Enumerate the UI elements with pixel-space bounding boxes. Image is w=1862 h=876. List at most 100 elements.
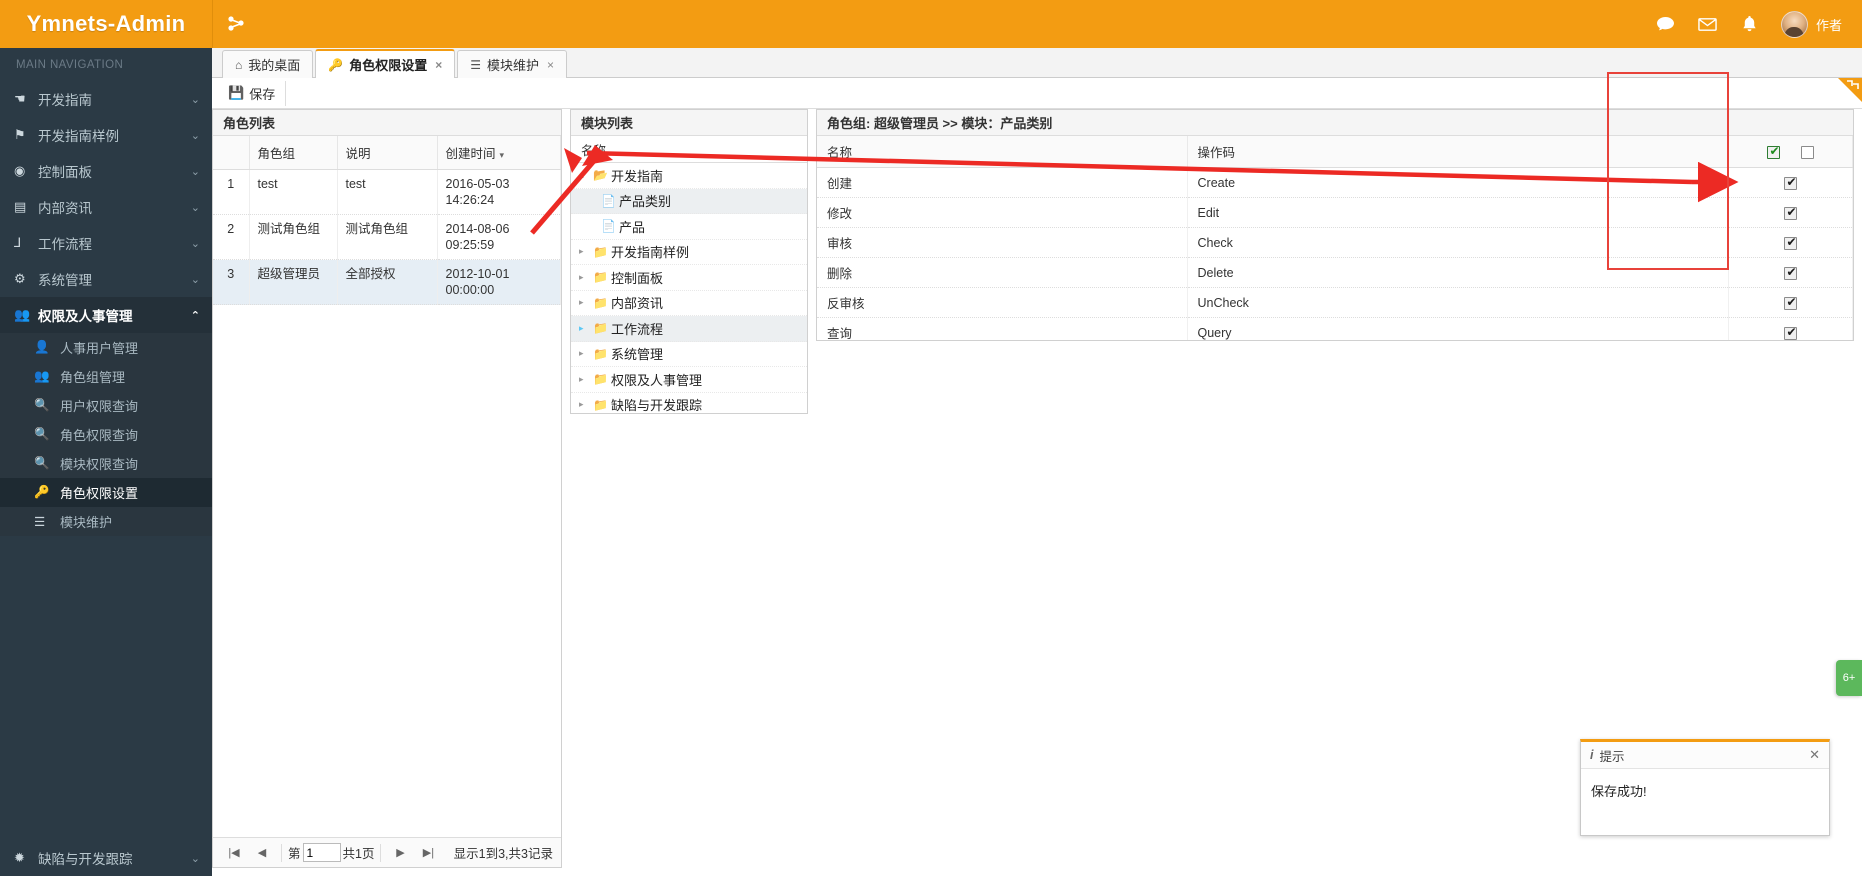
- sidebar-item-kaifazhinan[interactable]: ☚ 开发指南 ⌄: [0, 81, 212, 117]
- sidebar-item-yonghuquanxianchaxun[interactable]: 🔍 用户权限查询: [0, 391, 212, 420]
- tab-label: 我的桌面: [248, 58, 301, 73]
- bug-icon: ✹: [14, 850, 25, 865]
- pager-page-input[interactable]: [302, 843, 341, 862]
- tree-node-xitongguanli[interactable]: ▸ 📁 系统管理: [571, 342, 807, 367]
- notification-toast: i 提示 ✕ 保存成功!: [1580, 739, 1830, 836]
- tab-my-desktop[interactable]: ⌂ 我的桌面: [222, 50, 314, 78]
- tree-node-kaifazhinanyangli[interactable]: ▸ 📁 开发指南样例: [571, 240, 807, 265]
- perm-row-checkbox[interactable]: [1784, 235, 1798, 250]
- save-button[interactable]: 💾 保存: [224, 80, 287, 106]
- user-menu[interactable]: 作者: [1771, 0, 1862, 48]
- tab-close-icon[interactable]: ×: [547, 58, 554, 72]
- table-row[interactable]: 修改 Edit: [817, 197, 1853, 228]
- chevron-right-icon[interactable]: ▸: [579, 399, 593, 410]
- search-icon: 🔍: [34, 456, 50, 470]
- action-toolbar: 💾 保存: [212, 78, 1862, 109]
- tree-node-chanpinleibie[interactable]: 📄 产品类别: [571, 188, 807, 214]
- chevron-down-icon: ⌄: [190, 129, 200, 142]
- envelope-icon[interactable]: [1687, 0, 1729, 48]
- role-col-created[interactable]: 创建时间 ▾: [437, 136, 561, 170]
- pager-page-prefix: 第: [288, 847, 301, 861]
- user-icon: 👤: [34, 340, 50, 354]
- float-badge-widget[interactable]: 6+: [1836, 660, 1862, 696]
- chevron-down-icon[interactable]: ▴: [579, 170, 593, 181]
- perm-row-checkbox[interactable]: [1784, 265, 1798, 280]
- bell-icon[interactable]: [1729, 0, 1771, 48]
- tree-node-label: 开发指南样例: [611, 245, 690, 261]
- sidebar-item-quanxianjirenshiguanli[interactable]: 👥 权限及人事管理 ⌃: [0, 297, 212, 333]
- tab-module-maintenance[interactable]: ☰ 模块维护 ×: [457, 50, 568, 78]
- sidebar-item-renshiyonghuguanli[interactable]: 👤 人事用户管理: [0, 333, 212, 362]
- pager-prev-button[interactable]: ◀: [249, 842, 275, 864]
- sidebar-item-mokuaiweihu[interactable]: ☰ 模块维护: [0, 507, 212, 536]
- fullscreen-corner-icon[interactable]: [1838, 78, 1862, 102]
- sidebar-subitem-label: 模块权限查询: [60, 457, 139, 472]
- sidebar-item-jueseziguanli[interactable]: 👥 角色组管理: [0, 362, 212, 391]
- toast-header: i 提示 ✕: [1581, 742, 1829, 769]
- sidebar-bottom-group: ✹ 缺陷与开发跟踪 ⌄: [0, 840, 212, 876]
- perm-row-checkbox[interactable]: [1784, 295, 1798, 310]
- check-all-checkbox[interactable]: [1767, 144, 1781, 159]
- folder-icon: 📁: [593, 321, 608, 336]
- table-row[interactable]: 查询 Query: [817, 317, 1853, 340]
- role-col-desc[interactable]: 说明: [337, 136, 438, 170]
- key-icon: 🔑: [328, 57, 344, 72]
- chevron-right-icon[interactable]: ▸: [579, 323, 593, 334]
- table-row[interactable]: 2 测试角色组 测试角色组 2014-08-06 09:25:59: [213, 214, 561, 260]
- chevron-right-icon[interactable]: ▸: [579, 272, 593, 283]
- perm-col-checkbox: [1728, 136, 1853, 168]
- tab-close-icon[interactable]: ×: [435, 58, 442, 72]
- table-row[interactable]: 创建 Create: [817, 167, 1853, 198]
- tree-node-neibuzixun[interactable]: ▸ 📁 内部资讯: [571, 291, 807, 316]
- sidebar-item-jusequanxianshezhi[interactable]: 🔑 角色权限设置: [0, 478, 212, 507]
- chevron-up-icon: ⌃: [190, 309, 200, 322]
- table-row[interactable]: 1 test test 2016-05-03 14:26:24: [213, 169, 561, 215]
- perm-row-checkbox[interactable]: [1784, 175, 1798, 190]
- chevron-right-icon[interactable]: ▸: [579, 246, 593, 257]
- perm-row-checkbox[interactable]: [1784, 205, 1798, 220]
- sort-caret-icon: ▾: [499, 150, 505, 160]
- uncheck-all-checkbox[interactable]: [1800, 145, 1814, 159]
- tree-node-quanxianjirenshiguanli[interactable]: ▸ 📁 权限及人事管理: [571, 367, 807, 393]
- sidebar-item-neibuzixun[interactable]: ▤ 内部资讯 ⌄: [0, 189, 212, 225]
- sidebar-item-quexianyukaifagenzong[interactable]: ✹ 缺陷与开发跟踪 ⌄: [0, 840, 212, 876]
- pager-next-button[interactable]: ▶: [387, 842, 413, 864]
- sidebar-item-jusequanxianchaxun[interactable]: 🔍 角色权限查询: [0, 420, 212, 449]
- sidebar-toggle-icon[interactable]: [213, 0, 259, 48]
- table-row[interactable]: 3 超级管理员 全部授权 2012-10-01 00:00:00: [213, 259, 561, 305]
- brand-logo[interactable]: Ymnets-Admin: [0, 0, 212, 48]
- pager-first-button[interactable]: |◀: [221, 842, 247, 864]
- perm-row-checkbox[interactable]: [1784, 325, 1798, 340]
- close-icon[interactable]: ✕: [1809, 747, 1820, 763]
- sidebar-item-gongzuoliucheng[interactable]: ⅃ 工作流程 ⌄: [0, 225, 212, 261]
- sidebar-item-xitongguanli[interactable]: ⚙ 系统管理 ⌄: [0, 261, 212, 297]
- sidebar-item-kaifazhinanyangli[interactable]: ⚑ 开发指南样例 ⌄: [0, 117, 212, 153]
- table-row[interactable]: 审核 Check: [817, 227, 1853, 258]
- chevron-right-icon[interactable]: ▸: [579, 348, 593, 359]
- role-col-group[interactable]: 角色组: [249, 136, 338, 170]
- sidebar-item-mokuaiquanxianchaxun[interactable]: 🔍 模块权限查询: [0, 449, 212, 478]
- role-row-group: test: [249, 169, 338, 215]
- table-row[interactable]: 删除 Delete: [817, 257, 1853, 288]
- module-tree-panel: 模块列表 名称 ▴ 📂 开发指南 📄 产品类别 📄 产品 ▸ 📁 开发指南样例 …: [570, 109, 808, 414]
- folder-icon: 📁: [593, 270, 608, 285]
- tree-node-chanpin[interactable]: 📄 产品: [571, 214, 807, 240]
- role-col-index[interactable]: [213, 136, 250, 170]
- chevron-right-icon[interactable]: ▸: [579, 297, 593, 308]
- tree-node-label: 产品类别: [619, 194, 672, 210]
- sidebar-item-kongzhimianban[interactable]: ◉ 控制面板 ⌄: [0, 153, 212, 189]
- tree-node-kongzhimianban[interactable]: ▸ 📁 控制面板: [571, 265, 807, 291]
- comment-icon[interactable]: [1645, 0, 1687, 48]
- perm-row-checkbox-cell: [1728, 257, 1853, 288]
- tree-node-gongzuoliucheng[interactable]: ▸ 📁 工作流程: [571, 316, 807, 342]
- sidebar-item-label: 内部资讯: [38, 201, 92, 216]
- tree-node-quexianyukaifagenzong[interactable]: ▸ 📁 缺陷与开发跟踪: [571, 393, 807, 413]
- newspaper-icon: ▤: [14, 199, 27, 214]
- module-tree-column-header: 名称: [571, 136, 807, 163]
- table-row[interactable]: 反审核 UnCheck: [817, 287, 1853, 318]
- chevron-right-icon[interactable]: ▸: [579, 374, 593, 385]
- pager-last-button[interactable]: ▶|: [415, 842, 441, 864]
- role-table: 角色组 说明 创建时间 ▾ 1 test test 2016-05-03 14:…: [213, 136, 561, 305]
- tree-node-kaifazhinan[interactable]: ▴ 📂 开发指南: [571, 163, 807, 189]
- tab-role-permission-settings[interactable]: 🔑 角色权限设置 ×: [315, 49, 456, 78]
